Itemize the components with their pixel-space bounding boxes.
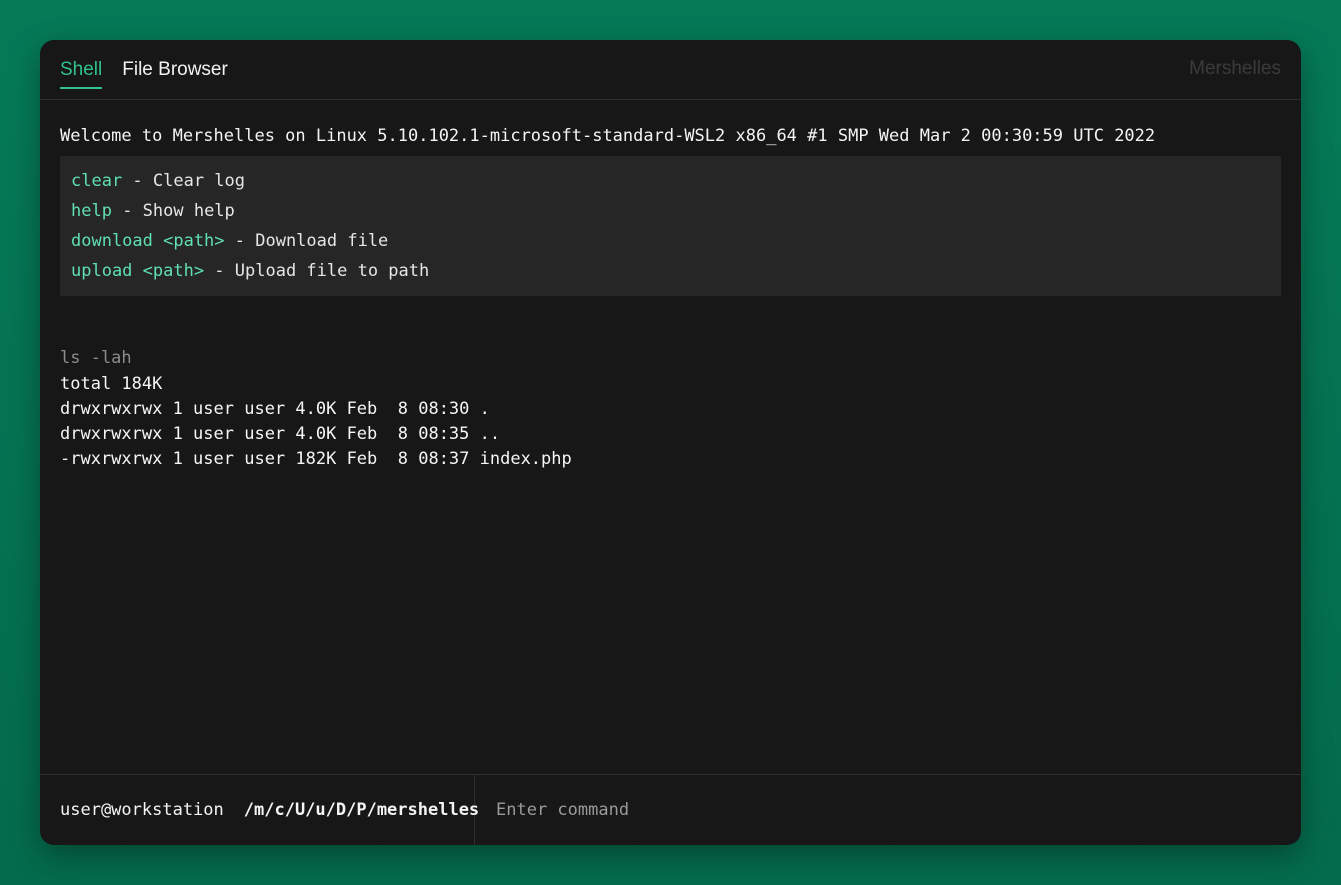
help-line: clear - Clear log: [71, 166, 1270, 196]
terminal-log: Welcome to Mershelles on Linux 5.10.102.…: [40, 100, 1301, 472]
prompt: user@workstation/m/c/U/u/D/P/mershelles: [40, 775, 479, 845]
command-input[interactable]: [475, 775, 1301, 845]
help-box: clear - Clear log help - Show help downl…: [60, 156, 1281, 296]
output-line: -rwxrwxrwx 1 user user 182K Feb 8 08:37 …: [60, 449, 572, 469]
output-line: total 184K: [60, 374, 163, 394]
user-host: user@workstation: [60, 800, 224, 820]
command-output-block: ls -lah total 184K drwxrwxrwx 1 user use…: [60, 346, 1281, 472]
welcome-message: Welcome to Mershelles on Linux 5.10.102.…: [60, 126, 1156, 146]
command-echo: ls -lah: [60, 348, 132, 368]
command-bar: user@workstation/m/c/U/u/D/P/mershelles: [40, 774, 1301, 845]
current-path: /m/c/U/u/D/P/mershelles: [243, 800, 480, 820]
tab-file-browser[interactable]: File Browser: [122, 57, 228, 89]
output-line: drwxrwxrwx 1 user user 4.0K Feb 8 08:35 …: [60, 424, 501, 444]
help-description: - Upload file to path: [204, 261, 430, 281]
help-command: help: [71, 201, 112, 221]
help-command: clear: [71, 171, 123, 191]
brand-title: Mershelles: [1189, 58, 1281, 79]
help-command: download <path>: [71, 231, 225, 251]
tab-shell[interactable]: Shell: [60, 57, 103, 89]
help-description: - Show help: [111, 201, 235, 221]
header: Shell File Browser Mershelles: [40, 40, 1301, 100]
output-line: drwxrwxrwx 1 user user 4.0K Feb 8 08:30 …: [60, 399, 490, 419]
help-command: upload <path>: [71, 261, 205, 281]
shell-window: Shell File Browser Mershelles Welcome to…: [40, 40, 1301, 845]
help-description: - Download file: [224, 231, 389, 251]
help-description: - Clear log: [122, 171, 246, 191]
help-line: download <path> - Download file: [71, 226, 1270, 256]
help-line: help - Show help: [71, 196, 1270, 226]
help-line: upload <path> - Upload file to path: [71, 256, 1270, 286]
